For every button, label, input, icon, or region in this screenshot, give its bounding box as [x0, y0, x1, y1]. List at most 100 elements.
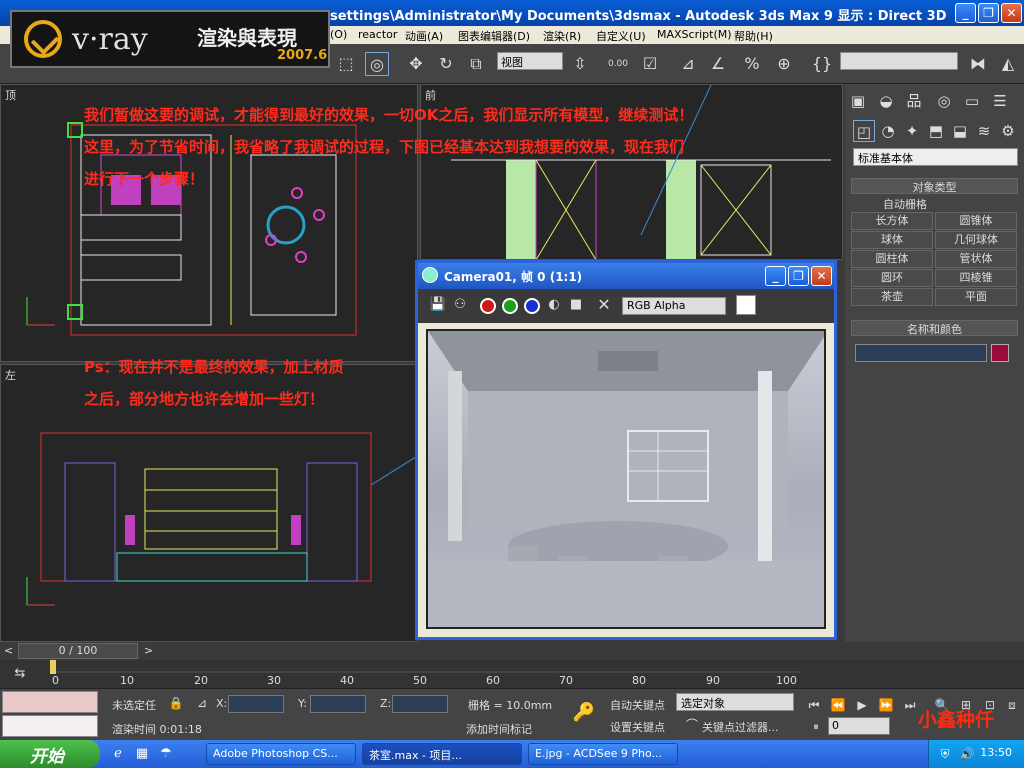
menu-item-help[interactable]: 帮助(H) — [734, 28, 773, 44]
plane-button[interactable]: 平面 — [935, 288, 1017, 306]
snap-toggle-icon[interactable]: ⊿ — [676, 52, 700, 76]
systems-icon[interactable]: ⚙ — [997, 120, 1019, 142]
cylinder-button[interactable]: 圆柱体 — [851, 250, 933, 268]
play-icon[interactable]: ▶ — [850, 693, 874, 717]
clock[interactable]: 13:50 — [980, 746, 1012, 759]
task-acdsee[interactable]: E.jpg - ACDSee 9 Pho... — [528, 743, 678, 765]
clone-frame-icon[interactable]: ⚇ — [448, 293, 472, 317]
add-time-tag[interactable]: 添加时间标记 — [466, 721, 532, 737]
select-region-icon[interactable]: ⬚ — [334, 52, 358, 76]
move-icon[interactable]: ✥ — [404, 52, 428, 76]
geometry-icon[interactable]: ◰ — [853, 120, 875, 142]
named-selection-icon[interactable]: {} — [810, 52, 834, 76]
display-channel-select[interactable]: RGB Alpha — [622, 297, 726, 315]
render-minimize-button[interactable]: _ — [765, 266, 786, 286]
pyramid-button[interactable]: 四棱锥 — [935, 269, 1017, 287]
angle-snap-icon[interactable]: ∠ — [706, 52, 730, 76]
rotate-icon[interactable]: ↻ — [434, 52, 458, 76]
save-bitmap-icon[interactable]: 💾 — [426, 293, 450, 317]
shapes-icon[interactable]: ◔ — [877, 120, 899, 142]
absolute-mode-icon[interactable]: ⊿ — [190, 691, 214, 715]
teapot-button[interactable]: 茶壶 — [851, 288, 933, 306]
select-and-link-icon[interactable]: ☑ — [638, 52, 662, 76]
menu-item-graph-editor[interactable]: 图表编辑器(D) — [458, 28, 530, 44]
blue-channel-toggle[interactable] — [524, 298, 540, 314]
lock-selection-icon[interactable]: 🔒 — [164, 691, 188, 715]
red-channel-toggle[interactable] — [480, 298, 496, 314]
cameras-icon[interactable]: ⬒ — [925, 120, 947, 142]
render-close-button[interactable]: ✕ — [811, 266, 832, 286]
minimize-button[interactable]: _ — [955, 3, 976, 23]
monochrome-icon[interactable]: ■ — [564, 293, 588, 317]
mirror-icon[interactable]: ⧓ — [966, 52, 990, 76]
window-crossing-icon[interactable]: ◎ — [365, 52, 389, 76]
key-mode-select[interactable]: 选定对象 — [676, 693, 794, 711]
pivot-icon[interactable]: ⇳ — [568, 52, 592, 76]
viewport-top[interactable]: 顶 — [0, 84, 418, 362]
display-tab-icon[interactable]: ▭ — [961, 90, 983, 112]
motion-tab-icon[interactable]: ◎ — [933, 90, 955, 112]
object-color-swatch[interactable] — [991, 344, 1009, 362]
task-3dsmax[interactable]: 茶室.max - 项目... — [362, 743, 522, 765]
current-frame-field[interactable]: 0 — [828, 717, 890, 735]
object-name-input[interactable] — [855, 344, 987, 362]
sphere-button[interactable]: 球体 — [851, 231, 933, 249]
menu-item-maxscript[interactable]: MAXScript(M) — [657, 28, 732, 41]
ie-quick-launch-icon[interactable]: ℯ — [106, 742, 130, 766]
scale-icon[interactable]: ⧉ — [464, 52, 488, 76]
prev-frame-icon[interactable]: < — [4, 644, 13, 657]
reference-coordinate-select[interactable]: 视图 — [497, 52, 563, 70]
lights-icon[interactable]: ✦ — [901, 120, 923, 142]
speaker-tray-icon[interactable]: 🔊 — [955, 742, 979, 766]
menu-item-reactor[interactable]: reactor — [358, 28, 397, 41]
utilities-tab-icon[interactable]: ☰ — [989, 90, 1011, 112]
torus-button[interactable]: 圆环 — [851, 269, 933, 287]
key-filters-button[interactable]: 关键点过滤器... — [702, 719, 779, 735]
shield-tray-icon[interactable]: ⛨ — [933, 742, 957, 766]
maximize-button[interactable]: ❐ — [978, 3, 999, 23]
next-frame-icon[interactable]: > — [144, 644, 153, 657]
tangent-icon[interactable]: ⌒ — [680, 713, 704, 737]
z-coordinate-field[interactable] — [392, 695, 448, 713]
media-quick-launch-icon[interactable]: ☂ — [154, 742, 178, 766]
space-warps-icon[interactable]: ≋ — [973, 120, 995, 142]
close-button[interactable]: ✕ — [1001, 3, 1022, 23]
alpha-channel-icon[interactable]: ◐ — [542, 293, 566, 317]
category-select[interactable]: 标准基本体 — [853, 148, 1018, 166]
menu-item-render[interactable]: 渲染(R) — [543, 28, 581, 44]
auto-key-button[interactable]: 自动关键点 — [610, 697, 665, 713]
task-photoshop[interactable]: Adobe Photoshop CS... — [206, 743, 356, 765]
green-channel-toggle[interactable] — [502, 298, 518, 314]
y-coordinate-field[interactable] — [310, 695, 366, 713]
x-coordinate-field[interactable] — [228, 695, 284, 713]
next-key-icon[interactable]: ⏩ — [874, 693, 898, 717]
render-maximize-button[interactable]: ❐ — [788, 266, 809, 286]
zoom-extents-all-icon[interactable]: ⧈ — [1000, 693, 1024, 717]
cone-button[interactable]: 圆锥体 — [935, 212, 1017, 230]
percent-snap-icon[interactable]: % — [740, 52, 764, 76]
named-selection-set[interactable] — [840, 52, 958, 70]
spinner-snap-icon[interactable]: ⊕ — [772, 52, 796, 76]
menu-item-customize[interactable]: 自定义(U) — [596, 28, 646, 44]
go-to-start-icon[interactable]: ⏮ — [802, 693, 826, 717]
desktop-quick-launch-icon[interactable]: ▦ — [130, 742, 154, 766]
object-type-header[interactable]: 对象类型 — [851, 178, 1018, 194]
name-color-header[interactable]: 名称和颜色 — [851, 320, 1018, 336]
auto-grid-checkbox[interactable]: 自动栅格 — [883, 196, 927, 212]
time-slider[interactable]: < 0 / 100 > — [0, 642, 1024, 660]
hierarchy-tab-icon[interactable]: 品 — [903, 90, 925, 112]
modify-tab-icon[interactable]: ◒ — [875, 90, 897, 112]
menu-item-o[interactable]: (O) — [330, 28, 347, 41]
create-tab-icon[interactable]: ▣ — [847, 90, 869, 112]
set-key-button[interactable]: 设置关键点 — [610, 719, 665, 735]
helpers-icon[interactable]: ⬓ — [949, 120, 971, 142]
menu-item-animation[interactable]: 动画(A) — [405, 28, 443, 44]
box-button[interactable]: 长方体 — [851, 212, 933, 230]
key-mode-toggle-icon[interactable]: ⏸ — [804, 715, 828, 739]
track-bar[interactable]: ⇆ 0 10 20 30 40 50 60 70 80 90 100 — [0, 660, 1024, 688]
start-button[interactable]: 开始 — [0, 740, 100, 768]
time-slider-thumb[interactable]: 0 / 100 — [18, 643, 138, 659]
set-key-icon[interactable]: 🔑 — [572, 701, 596, 725]
maxscript-listener-pink[interactable] — [2, 691, 98, 713]
geosphere-button[interactable]: 几何球体 — [935, 231, 1017, 249]
